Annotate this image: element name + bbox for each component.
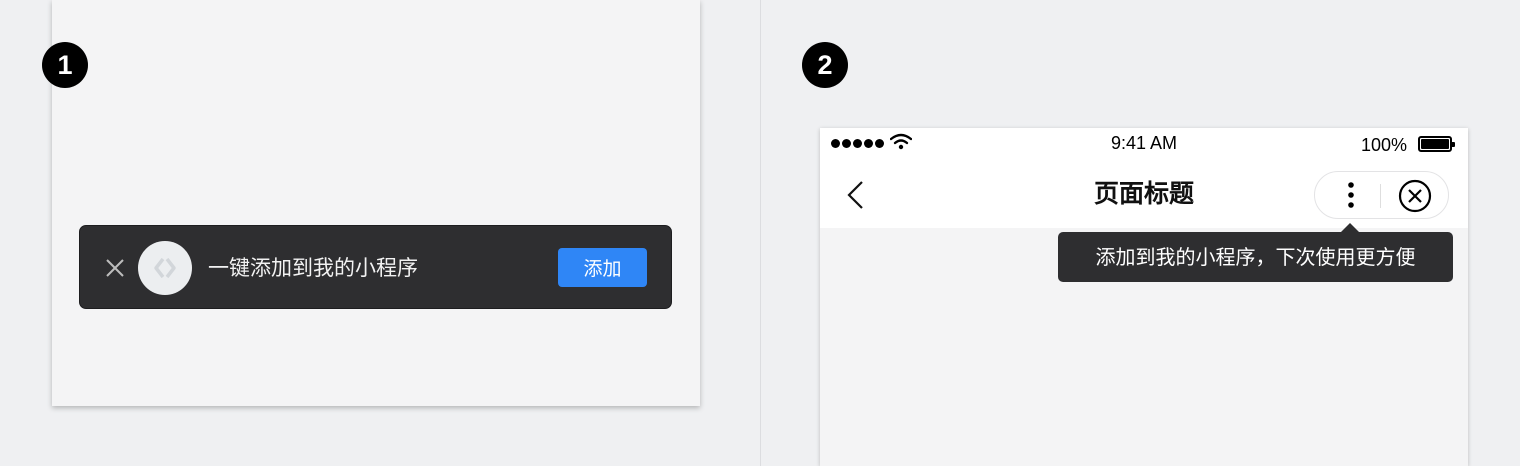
panel-1: 一键添加到我的小程序 添加: [52, 0, 700, 406]
nav-bar: 页面标题: [820, 162, 1468, 228]
phone-screen: 9:41 AM 100% 页面标题 添加到我的小程序，下次使用更方便: [820, 128, 1468, 466]
tooltip-arrow: [1341, 223, 1359, 232]
close-circle-icon[interactable]: [1398, 179, 1432, 213]
tooltip-text: 添加到我的小程序，下次使用更方便: [1095, 245, 1416, 269]
step-badge-2: 2: [802, 42, 848, 88]
panel-divider: [760, 0, 761, 466]
more-vertical-icon[interactable]: [1341, 181, 1361, 211]
battery-percentage: 100%: [1361, 135, 1408, 155]
add-button[interactable]: 添加: [558, 248, 647, 287]
banner-text: 一键添加到我的小程序: [208, 256, 418, 280]
close-icon[interactable]: [104, 257, 126, 279]
step-badge-1: 1: [42, 42, 88, 88]
miniprogram-logo-icon: [138, 241, 192, 295]
status-bar: 9:41 AM 100%: [820, 128, 1468, 162]
add-miniprogram-banner: 一键添加到我的小程序 添加: [79, 225, 672, 309]
add-tip-tooltip: 添加到我的小程序，下次使用更方便: [1058, 223, 1453, 282]
battery-icon: [1418, 136, 1455, 152]
miniprogram-capsule: [1314, 171, 1449, 219]
capsule-separator: [1380, 184, 1381, 208]
